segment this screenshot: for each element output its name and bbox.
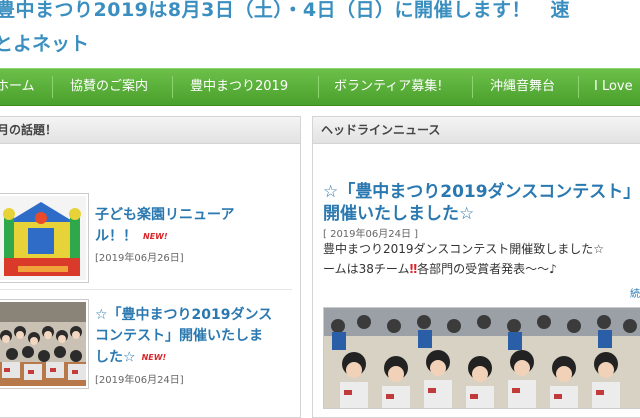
site-name[interactable]: とよネット <box>0 30 89 58</box>
dance-contest-group-photo <box>0 302 86 386</box>
topic-item-date: [2019年06月24日] <box>95 375 184 386</box>
bouncy-castle-image <box>0 196 86 280</box>
headline-article-excerpt: 豊中まつり2019ダンスコンテスト開催致しました☆ ームは38チーム‼各部門の受… <box>323 239 640 279</box>
headline-article-title[interactable]: ☆「豊中まつり2019ダンスコンテスト」開催いたしました☆ <box>323 181 640 225</box>
nav-item-volunteer[interactable]: ボランティア募集! <box>334 69 442 105</box>
topic-title-text[interactable]: ☆「豊中まつり2019ダンスコンテスト」開催いたしました☆ <box>95 307 272 366</box>
double-exclamation-icon: ‼ <box>409 262 418 276</box>
headline-news-panel: ヘッドラインニュース ☆「豊中まつり2019ダンスコンテスト」開催いたしました☆… <box>312 116 640 418</box>
excerpt-line-2-text-end: 各部門の受賞者発表〜〜♪ <box>417 262 557 276</box>
topic-item-title[interactable]: ☆「豊中まつり2019ダンスコンテスト」開催いたしました☆ NEW! <box>95 305 275 369</box>
excerpt-line-2-text: ームは38チーム <box>323 262 410 276</box>
headline-news-heading-label: ヘッドラインニュース <box>321 123 441 137</box>
nav-item-i-love[interactable]: I Love <box>594 69 633 105</box>
nav-item-okinawa-stage[interactable]: 沖縄音舞台 <box>490 69 555 105</box>
nav-divider <box>52 76 53 98</box>
headline-photo[interactable] <box>323 307 640 409</box>
new-badge: NEW! <box>143 232 168 241</box>
nav-divider <box>472 76 473 98</box>
topic-thumbnail-bouncy-castle[interactable] <box>0 193 89 283</box>
global-nav: ホーム 協賛のご案内 豊中まつり2019 ボランティア募集! 沖縄音舞台 I L… <box>0 68 640 106</box>
excerpt-line-2: ームは38チーム‼各部門の受賞者発表〜〜♪ <box>323 259 640 279</box>
nav-divider <box>578 76 579 98</box>
nav-divider <box>172 76 173 98</box>
item-divider <box>0 289 292 290</box>
excerpt-line-1: 豊中まつり2019ダンスコンテスト開催致しました☆ <box>323 242 605 256</box>
topic-item-title[interactable]: 子ども楽園リニューアル！！ NEW! <box>95 205 265 248</box>
nav-divider <box>318 76 319 98</box>
topic-item-date: [2019年06月26日] <box>95 253 184 264</box>
nav-item-home[interactable]: ホーム <box>0 69 35 105</box>
headline-news-heading: ヘッドラインニュース <box>313 117 640 144</box>
dance-team-photo <box>324 308 640 408</box>
read-more-link[interactable]: 続 <box>630 285 640 300</box>
topics-heading: 月の話題！ <box>0 117 300 144</box>
topic-thumbnail-dance-contest[interactable] <box>0 299 89 389</box>
new-badge: NEW! <box>141 353 167 362</box>
topics-panel: 月の話題！ 子ども楽園リニューアル！！ NEW! [2019年06月26日] ☆… <box>0 116 301 418</box>
headline-article-date: [ 2019年06月24日 ] <box>323 229 419 240</box>
nav-item-sponsor[interactable]: 協賛のご案内 <box>70 69 148 105</box>
topics-heading-label: 月の話題！ <box>0 123 58 137</box>
site-announcement-banner[interactable]: 豊中まつり2019は8月3日（土）・4日（日）に開催します！ 速 <box>0 0 640 24</box>
nav-item-festival-2019[interactable]: 豊中まつり2019 <box>190 69 288 105</box>
